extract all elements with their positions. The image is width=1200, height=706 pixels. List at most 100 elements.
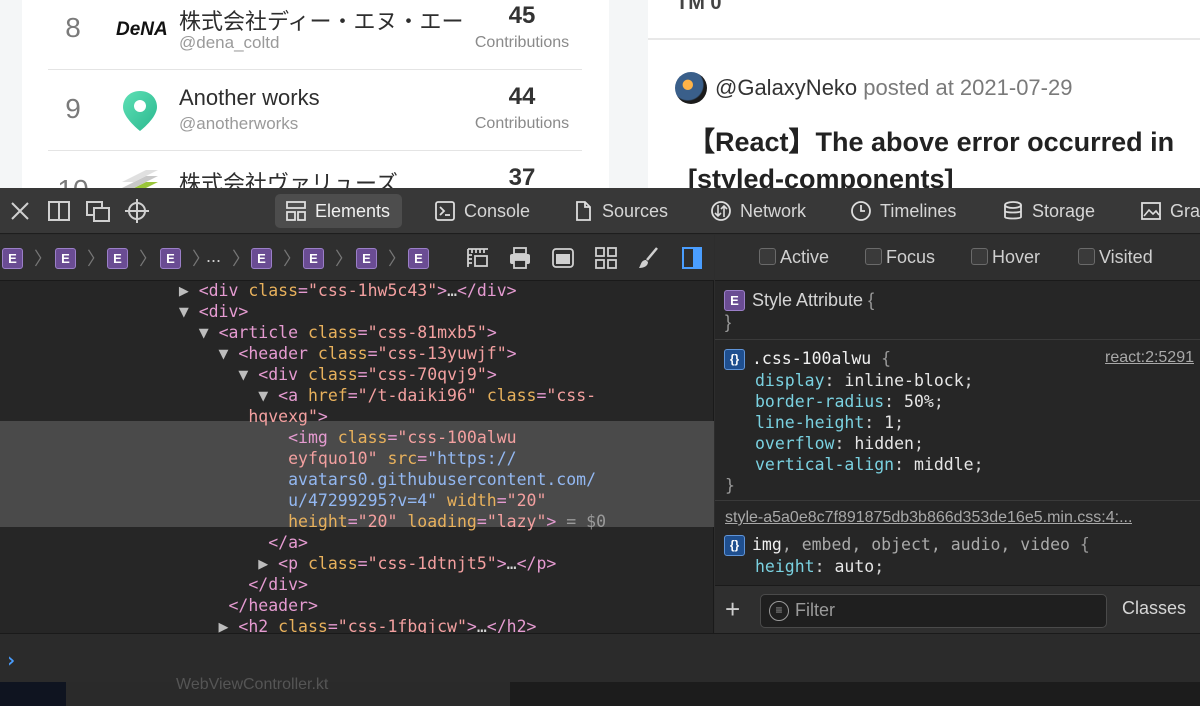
stacked-bars-icon <box>116 168 164 188</box>
css-rule[interactable]: style-a5a0e8c7f891875db3b866d353de16e5.m… <box>715 502 1200 582</box>
breadcrumb-element[interactable]: E <box>408 248 429 269</box>
style-attribute-rule[interactable]: E Style Attribute { } <box>715 282 1200 340</box>
dom-tree: ▶ <div class="css-1hw5c43">…</div> ▼ <di… <box>0 282 714 633</box>
breadcrumb-ellipsis[interactable]: ... <box>206 246 221 267</box>
org-handle: @dena_coltd <box>179 33 280 52</box>
dom-node[interactable]: </a> <box>0 532 714 553</box>
style-attribute-label: Style Attribute { <box>752 290 875 310</box>
checkbox[interactable] <box>1078 248 1095 265</box>
classes-button[interactable]: Classes <box>1122 598 1186 619</box>
sources-icon <box>572 200 594 222</box>
dom-node[interactable]: ▶ <p class="css-1dtnjt5">…</p> <box>0 553 714 574</box>
breadcrumb-element[interactable]: E <box>2 248 23 269</box>
breadcrumb-element[interactable]: E <box>251 248 272 269</box>
css-declaration[interactable]: height: auto; <box>755 557 884 576</box>
dom-node[interactable]: ▼ <a href="/t-daiki96" class="css- <box>0 385 714 406</box>
dom-node[interactable]: ▼ <div> <box>0 301 714 322</box>
paint-brush-icon[interactable] <box>635 245 661 271</box>
filter-field[interactable]: ≡ <box>760 594 1107 628</box>
style-rules: E Style Attribute { } {} .css-100alwu { … <box>715 282 1200 582</box>
rank-number: 9 <box>65 93 81 124</box>
rule-source-link[interactable]: style-a5a0e8c7f891875db3b866d353de16e5.m… <box>725 509 1132 527</box>
dom-node[interactable]: ▼ <div class="css-70qvj9"> <box>0 364 714 385</box>
chevron-right-icon: 〉 <box>388 249 406 269</box>
dom-node[interactable]: ▼ <header class="css-13yuwjf"> <box>0 343 714 364</box>
article-title[interactable]: 【React】The above error occurred in <box>688 120 1174 159</box>
author-link[interactable]: @GalaxyNeko <box>715 75 857 100</box>
undock-icon[interactable] <box>85 198 111 224</box>
pseudo-visited-checkbox[interactable]: Visited <box>1078 247 1153 268</box>
chevron-right-icon: 〉 <box>34 249 52 269</box>
devtools-tab-bar: Elements Console Sources Network Timelin… <box>0 188 1200 234</box>
grid-icon[interactable] <box>593 245 619 271</box>
pseudo-active-checkbox[interactable]: Active <box>759 247 829 268</box>
org-name[interactable]: 株式会社ヴァリューズ <box>179 166 398 188</box>
checkbox[interactable] <box>865 248 882 265</box>
breadcrumb-element[interactable]: E <box>356 248 377 269</box>
console-prompt-area[interactable]: › <box>0 633 1200 682</box>
tab-label: Elements <box>315 201 391 221</box>
rule-selector[interactable]: img, embed, object, audio, video { <box>752 535 1090 554</box>
dom-node-selected[interactable]: <img class="css-100alwu <box>0 427 714 448</box>
tab-graphics[interactable]: Gra <box>1130 194 1200 228</box>
contribution-label: Contributions <box>474 34 570 51</box>
css-rule[interactable]: {} .css-100alwu { react:2:5291 display: … <box>715 341 1200 501</box>
checkbox[interactable] <box>759 248 776 265</box>
css-declaration[interactable]: border-radius: 50%; <box>755 392 944 411</box>
dom-node: hqvexg"> <box>248 407 328 426</box>
background-panel: WebViewController.kt <box>66 676 510 706</box>
dom-node[interactable]: ▶ <div class="css-1hw5c43">…</div> <box>0 282 714 301</box>
contribution-count: 37 <box>508 164 536 188</box>
pseudo-focus-checkbox[interactable]: Focus <box>865 247 935 268</box>
checkbox[interactable] <box>971 248 988 265</box>
css-declaration[interactable]: line-height: 1; <box>755 413 904 432</box>
rule-selector[interactable]: .css-100alwu { <box>752 349 891 368</box>
dom-node[interactable]: </div> <box>0 574 714 595</box>
tab-label: Timelines <box>880 201 957 221</box>
css-declaration[interactable]: overflow: hidden; <box>755 434 924 453</box>
dom-node[interactable]: ▼ <article class="css-81mxb5"> <box>0 322 714 343</box>
ranking-row[interactable]: 10 株式会社ヴァリューズ 37 <box>48 152 582 188</box>
dom-node-selected[interactable]: avatars0.githubusercontent.com/ <box>0 469 714 490</box>
tab-sources[interactable]: Sources <box>562 194 680 228</box>
styles-filter-bar: + ≡ Classes <box>715 585 1200 633</box>
pseudo-hover-checkbox[interactable]: Hover <box>971 247 1040 268</box>
add-rule-icon[interactable]: + <box>725 595 740 623</box>
ranking-row[interactable]: 8 DeNA 株式会社ディー・エヌ・エー @dena_coltd 45 Cont… <box>48 0 582 70</box>
tab-elements[interactable]: Elements <box>275 194 403 228</box>
print-icon[interactable] <box>507 245 533 271</box>
breadcrumb-element[interactable]: E <box>55 248 76 269</box>
dom-node[interactable]: </header> <box>0 595 714 616</box>
rank-number: 8 <box>65 12 81 43</box>
layout-overlay-icon[interactable] <box>465 245 491 271</box>
tab-console[interactable]: Console <box>424 194 542 228</box>
screenshot-icon[interactable] <box>550 245 576 271</box>
breadcrumb-element[interactable]: E <box>303 248 324 269</box>
tab-network[interactable]: Network <box>700 194 818 228</box>
css-declaration[interactable]: display: inline-block; <box>755 371 974 390</box>
close-icon[interactable] <box>7 198 33 224</box>
ranking-row[interactable]: 9 Another works @anotherworks 44 Contrib… <box>48 71 582 151</box>
breadcrumb-element[interactable]: E <box>107 248 128 269</box>
avatar[interactable] <box>675 72 707 104</box>
filter-input[interactable] <box>795 600 1095 621</box>
rule-source-link[interactable]: react:2:5291 <box>1105 349 1194 367</box>
css-declaration[interactable]: vertical-align: middle; <box>755 455 984 474</box>
dom-node-selected: u/47299295?v=4" width="20" <box>288 491 547 510</box>
timelines-icon <box>850 200 872 222</box>
article-title-line2[interactable]: [styled-components] <box>688 164 954 188</box>
tab-storage[interactable]: Storage <box>992 194 1107 228</box>
background-panel <box>0 682 66 706</box>
chevron-right-icon: 〉 <box>283 249 301 269</box>
dock-side-icon[interactable] <box>46 198 72 224</box>
org-name[interactable]: 株式会社ディー・エヌ・エー <box>179 4 463 36</box>
dom-node[interactable]: ▶ <h2 class="css-1fbqjcw">…</h2> <box>0 616 714 633</box>
sidebar-toggle-icon[interactable] <box>679 245 705 271</box>
breadcrumb-element[interactable]: E <box>160 248 181 269</box>
element-picker-icon[interactable] <box>124 198 150 224</box>
org-name[interactable]: Another works <box>179 85 320 111</box>
dom-node-selected: height="20" loading="lazy"> = $0 <box>288 512 607 531</box>
tab-timelines[interactable]: Timelines <box>840 194 968 228</box>
contribution-ranking: 8 DeNA 株式会社ディー・エヌ・エー @dena_coltd 45 Cont… <box>22 0 609 188</box>
dom-tree-panel: E 〉 E 〉 E 〉 E 〉 ... 〉 E 〉 E 〉 E 〉 E ▶ <d… <box>0 235 714 633</box>
